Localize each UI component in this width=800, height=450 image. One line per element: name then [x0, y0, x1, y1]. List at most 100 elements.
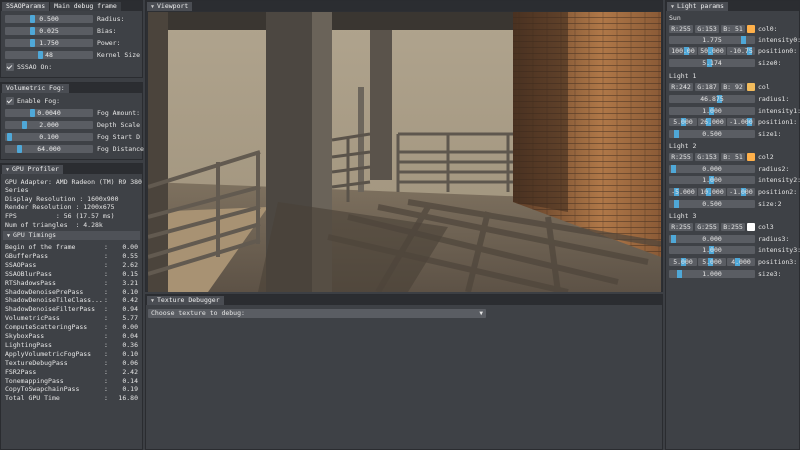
tab-volumetric-fog[interactable]: Volumetric Fog: [2, 84, 69, 93]
timing-separator: : [104, 278, 108, 287]
fog-slider-label: Depth Scale [97, 120, 141, 129]
profiler-tabbar: ▼ GPU Profiler [1, 164, 142, 174]
tab-main-debug-frame[interactable]: Main debug frame [50, 2, 121, 11]
light2-color-swatch[interactable] [747, 153, 755, 161]
sun-position-x[interactable]: 100.00 [669, 47, 697, 55]
enable-fog-checkbox[interactable] [6, 97, 14, 105]
ssao-slider-label: Kernel Size [97, 50, 141, 59]
sun-color-r[interactable]: R:255 [669, 25, 693, 33]
texture-select-value: Choose texture to debug: [151, 309, 245, 317]
light1-position-y[interactable]: 26.000 [698, 118, 726, 126]
collapse-triangle-icon: ▼ [151, 4, 155, 10]
light3-color-swatch[interactable] [747, 223, 755, 231]
scene-render[interactable] [148, 12, 661, 292]
light1-color-g[interactable]: G:187 [695, 83, 719, 91]
ssao-on-checkbox[interactable] [6, 63, 14, 71]
timing-separator: : [104, 367, 108, 376]
light3-size-slider[interactable]: 1.000 [669, 270, 755, 278]
gpu-timings-header[interactable]: ▼ GPU Timings [3, 231, 140, 240]
light2-color-r[interactable]: R:255 [669, 153, 693, 161]
light3-color-r[interactable]: R:255 [669, 223, 693, 231]
light3-color-b[interactable]: B:255 [721, 223, 745, 231]
fog-slider-value: 0.0040 [37, 109, 61, 117]
light1-color-b[interactable]: B: 92 [721, 83, 745, 91]
light2-radius-slider[interactable]: 0.000 [669, 165, 755, 173]
timing-name: LightingPass [5, 340, 52, 349]
timing-value: 0.10 [122, 349, 138, 358]
tab-light-params[interactable]: ▼ Light params [667, 2, 728, 11]
timing-separator: : [104, 332, 108, 340]
light3-color-g-value: G:255 [697, 223, 717, 231]
light1-radius-slider[interactable]: 46.875 [669, 95, 755, 103]
slider-grab-handle[interactable] [671, 235, 676, 243]
sun-color-swatch[interactable] [747, 25, 755, 33]
viewport-tabbar: ▼ Viewport [146, 1, 662, 11]
light3-position-y[interactable]: 5.000 [698, 258, 726, 266]
light3-color-g[interactable]: G:255 [695, 223, 719, 231]
light2-intensity-slider[interactable]: 1.000 [669, 176, 755, 184]
timing-name: GBufferPass [5, 251, 49, 260]
ssao-slider-label: Power: [97, 38, 121, 47]
display-resolution-text: Display Resolution : 1600x900 [5, 195, 119, 203]
slider-grab-handle[interactable] [674, 130, 679, 138]
tab-viewport[interactable]: ▼ Viewport [147, 2, 193, 11]
light3-size-slider-value: 1.000 [702, 270, 722, 278]
fog-slider-3[interactable]: 64.000 [5, 145, 93, 153]
tab-texture-debugger[interactable]: ▼ Texture Debugger [147, 296, 224, 305]
light1-color-swatch[interactable] [747, 83, 755, 91]
timing-name: ComputeScatteringPass [5, 323, 88, 332]
light1-color-b-value: B: 92 [723, 83, 743, 91]
sun-intensity-slider[interactable]: 1.775 [669, 36, 755, 44]
light2-position-y[interactable]: 10.000 [698, 188, 726, 196]
timing-separator: : [104, 358, 108, 367]
light2-size-slider[interactable]: 0.500 [669, 200, 755, 208]
light3-position-z[interactable]: 4.000 [727, 258, 755, 266]
ssao-slider-2[interactable]: 1.750 [5, 39, 93, 47]
sun-color-label: col0: [758, 24, 778, 33]
sun-size-slider[interactable]: 5.174 [669, 59, 755, 67]
light1-color-r[interactable]: R:242 [669, 83, 693, 91]
light1-position-z[interactable]: -1.000 [727, 118, 755, 126]
timing-value: 2.62 [122, 260, 138, 269]
sun-position-z[interactable]: -10.75 [727, 47, 755, 55]
fog-slider-0[interactable]: 0.0040 [5, 109, 93, 117]
tab-ssao-params[interactable]: SSAOParams [2, 2, 50, 11]
slider-grab-handle[interactable] [671, 165, 676, 173]
sun-color-b[interactable]: B: 51 [721, 25, 745, 33]
light1-size-slider[interactable]: 0.500 [669, 130, 755, 138]
light2-color-b[interactable]: B: 51 [721, 153, 745, 161]
light2-color-g[interactable]: G:153 [695, 153, 719, 161]
fps-text: FPS : 56 (17.57 ms) [5, 212, 115, 220]
light2-position-z[interactable]: -1.000 [727, 188, 755, 196]
light3-intensity-slider[interactable]: 1.000 [669, 246, 755, 254]
timing-value: 0.42 [122, 296, 138, 305]
light1-color-r-value: R:242 [671, 83, 691, 91]
collapse-triangle-icon[interactable]: ▼ [6, 167, 9, 173]
timing-separator: : [104, 260, 108, 269]
sun-position-y[interactable]: 50.000 [698, 47, 726, 55]
light3-radius-slider[interactable]: 0.000 [669, 235, 755, 243]
ssao-slider-1[interactable]: 0.025 [5, 27, 93, 35]
slider-grab-handle[interactable] [674, 200, 679, 208]
timing-name: Total GPU Time [5, 394, 60, 403]
ssao-slider-3[interactable]: 48 [5, 51, 93, 59]
sun-size-slider-value: 5.174 [702, 59, 722, 67]
timing-value: 0.15 [122, 269, 138, 278]
fog-slider-2[interactable]: 0.100 [5, 133, 93, 141]
slider-grab-handle[interactable] [677, 270, 682, 278]
light1-position-x[interactable]: 5.000 [669, 118, 697, 126]
ssao-slider-0[interactable]: 0.500 [5, 15, 93, 23]
timing-name: TonemappingPass [5, 376, 64, 385]
light2-position-x[interactable]: -5.000 [669, 188, 697, 196]
light1-intensity-slider[interactable]: 1.000 [669, 107, 755, 115]
timing-separator: : [104, 243, 108, 251]
tab-gpu-profiler[interactable]: ▼ GPU Profiler [2, 165, 63, 174]
slider-grab-handle[interactable] [741, 36, 746, 44]
sun-color-g[interactable]: G:153 [695, 25, 719, 33]
light3-position-x[interactable]: 5.000 [669, 258, 697, 266]
timing-value: 0.19 [122, 385, 138, 394]
light1-intensity-label: intensity1: [758, 106, 800, 115]
fog-slider-1[interactable]: 2.000 [5, 121, 93, 129]
light2-position-z-value: -1.000 [729, 188, 753, 196]
texture-select[interactable]: Choose texture to debug: ▼ [148, 309, 486, 318]
